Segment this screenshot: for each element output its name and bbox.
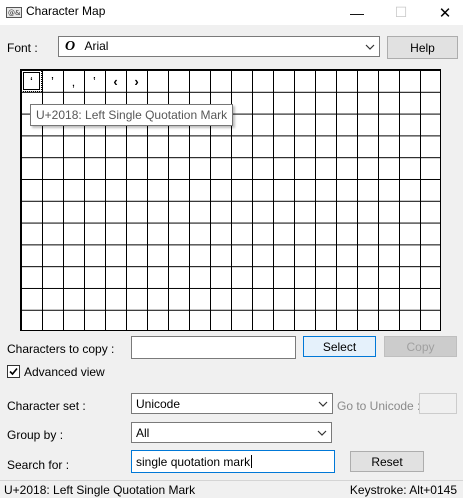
maximize-button[interactable]: ☐ bbox=[385, 0, 417, 25]
reset-button[interactable]: Reset bbox=[350, 451, 424, 472]
opentype-font-icon: O bbox=[65, 39, 76, 54]
close-button[interactable]: ✕ bbox=[429, 0, 461, 25]
window-title: Character Map bbox=[26, 4, 106, 18]
character-cell[interactable]: ‚ bbox=[63, 70, 84, 92]
search-for-label: Search for : bbox=[7, 458, 70, 472]
status-character-info: U+2018: Left Single Quotation Mark bbox=[4, 483, 196, 497]
minimize-button[interactable]: — bbox=[341, 0, 373, 25]
status-bar: U+2018: Left Single Quotation Mark Keyst… bbox=[0, 480, 463, 498]
character-cell[interactable]: ‹ bbox=[105, 70, 126, 92]
chevron-down-icon bbox=[318, 401, 328, 407]
advanced-view-label: Advanced view bbox=[24, 365, 105, 379]
select-button[interactable]: Select bbox=[303, 336, 376, 357]
font-label: Font : bbox=[7, 41, 38, 55]
copy-button[interactable]: Copy bbox=[384, 336, 457, 357]
group-by-label: Group by : bbox=[7, 428, 64, 442]
search-input[interactable]: single quotation mark bbox=[131, 450, 335, 473]
title-bar: @& Character Map — ☐ ✕ bbox=[0, 0, 463, 25]
chevron-down-icon bbox=[317, 430, 327, 436]
go-to-unicode-label: Go to Unicode : bbox=[337, 399, 421, 413]
character-cell[interactable]: › bbox=[126, 70, 147, 92]
character-set-dropdown[interactable]: Unicode bbox=[131, 393, 333, 414]
chevron-down-icon bbox=[365, 44, 375, 50]
character-cell[interactable]: ’ bbox=[42, 70, 63, 92]
status-keystroke: Keystroke: Alt+0145 bbox=[349, 483, 457, 497]
font-dropdown[interactable]: O Arial bbox=[58, 36, 380, 57]
characters-to-copy-input[interactable] bbox=[131, 336, 296, 359]
svg-text:@&: @& bbox=[8, 9, 21, 17]
character-set-label: Character set : bbox=[7, 399, 86, 413]
font-value: Arial bbox=[84, 39, 109, 53]
help-button[interactable]: Help bbox=[387, 36, 458, 59]
characters-to-copy-label: Characters to copy : bbox=[7, 342, 115, 356]
group-by-dropdown[interactable]: All bbox=[131, 422, 332, 443]
advanced-view-checkbox[interactable] bbox=[7, 365, 20, 378]
character-cell[interactable]: ‛ bbox=[84, 70, 105, 92]
checkmark-icon bbox=[9, 367, 18, 376]
go-to-unicode-input[interactable] bbox=[419, 393, 457, 414]
text-caret bbox=[251, 455, 253, 468]
character-map-app-icon: @& bbox=[6, 7, 22, 18]
character-tooltip: U+2018: Left Single Quotation Mark bbox=[30, 104, 234, 126]
character-cell[interactable]: ‘ bbox=[21, 70, 42, 92]
